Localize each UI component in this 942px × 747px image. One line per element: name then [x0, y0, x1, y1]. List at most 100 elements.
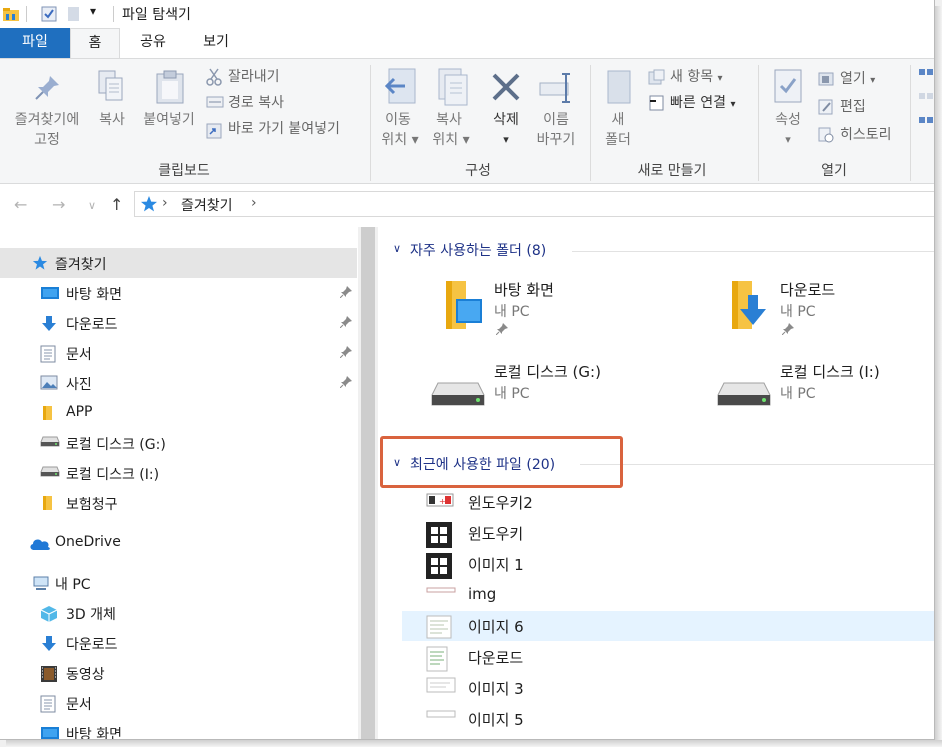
select-all-icon[interactable] [918, 67, 934, 131]
group-divider [910, 65, 911, 181]
tile-location: 내 PC [494, 386, 530, 402]
nav-label: OneDrive [55, 534, 121, 550]
nav-pc-item[interactable]: 바탕 화면 [0, 718, 357, 739]
nav-quick-item[interactable]: 바탕 화면 [0, 278, 357, 308]
recent-file-row[interactable]: 이미지 6 [402, 611, 934, 641]
pinned-icon[interactable] [339, 376, 352, 392]
tab-file[interactable]: 파일 [0, 28, 70, 58]
recent-file-row[interactable]: 윈도우키 [402, 518, 934, 548]
back-arrow-icon[interactable]: ← [14, 195, 27, 214]
recent-file-name: 이미지 1 [468, 556, 524, 574]
quick-access-star-icon [32, 255, 48, 275]
file-thumbnail-icon [426, 553, 452, 583]
breadcrumb-chevron-icon[interactable]: › [251, 195, 257, 211]
properties-check-icon[interactable] [40, 5, 58, 27]
drive-icon [430, 379, 486, 413]
nav-quick-item[interactable]: 문서 [0, 338, 357, 368]
collapse-chevron-icon[interactable]: ∨ [393, 242, 401, 255]
nav-quick-item-label: 사진 [66, 377, 92, 393]
frequent-folder-tile[interactable]: 바탕 화면 내 PC [436, 279, 696, 349]
document-icon [40, 345, 56, 367]
file-thumbnail-icon [426, 522, 452, 552]
nav-pc-item[interactable]: 문서 [0, 688, 357, 718]
recent-file-name: 윈도우키 [468, 525, 524, 543]
download-icon [40, 635, 58, 657]
title-bar: ▾ 파일 탐색기 [0, 0, 934, 28]
pin-label-2: 고정 [34, 132, 60, 148]
nav-quick-item[interactable]: 사진 [0, 368, 357, 398]
pinned-icon [495, 323, 508, 339]
pinned-icon[interactable] [339, 286, 352, 302]
nav-quick-item[interactable]: 보험청구 [0, 488, 357, 518]
scissors-icon [206, 68, 222, 90]
recent-file-row[interactable]: 이미지 1 [402, 549, 934, 579]
nav-quick-item-label: 로컬 디스크 (I:) [66, 467, 160, 483]
desktop-icon [40, 285, 60, 305]
tab-view[interactable]: 보기 [186, 28, 246, 58]
properties-dropdown-arrow[interactable]: ▾ [766, 130, 810, 150]
copy-label: 복사 [99, 112, 125, 128]
frequent-folder-tile[interactable]: 로컬 디스크 (G:) 내 PC [430, 361, 690, 431]
frequent-folder-tile[interactable]: 로컬 디스크 (I:) 내 PC [716, 361, 934, 431]
recent-file-row[interactable]: 이미지 3 [402, 673, 934, 703]
file-thumbnail-icon [426, 646, 448, 676]
nav-pc-item[interactable]: 다운로드 [0, 628, 357, 658]
nav-quick-item[interactable]: 로컬 디스크 (I:) [0, 458, 357, 488]
recent-file-row[interactable]: img [402, 580, 934, 610]
svg-text:+: + [439, 497, 446, 506]
frequent-folder-tile[interactable]: 다운로드 내 PC [722, 279, 934, 349]
edit-label: 편집 [840, 99, 866, 115]
recent-file-row[interactable]: 이미지 5 [402, 704, 934, 734]
rename-icon [538, 71, 576, 109]
nav-pc-item-label: 3D 개체 [66, 607, 116, 623]
new-folder-quick-icon[interactable] [66, 5, 82, 27]
drive-icon [40, 465, 60, 481]
breadcrumb-chevron-icon[interactable]: › [162, 195, 168, 211]
new-group-label: 새로 만들기 [637, 163, 707, 179]
drive-icon [40, 435, 60, 451]
folder-app-icon[interactable] [2, 5, 20, 27]
recent-file-name: 이미지 3 [468, 680, 524, 698]
forward-arrow-icon[interactable]: → [52, 195, 65, 214]
recent-files-highlight [380, 436, 623, 488]
pinned-icon[interactable] [339, 316, 352, 332]
nav-pc-item-label: 다운로드 [66, 637, 118, 653]
tab-share[interactable]: 공유 [128, 28, 178, 58]
nav-quick-access[interactable]: 즐겨찾기 [0, 248, 357, 278]
folder-icon [436, 279, 484, 337]
easy-access-icon [648, 95, 666, 115]
group-divider [370, 65, 371, 181]
pinned-icon[interactable] [339, 346, 352, 362]
tab-home[interactable]: 홈 [70, 28, 120, 59]
cut-label: 잘라내기 [228, 69, 280, 85]
nav-pc-item[interactable]: 3D 개체 [0, 598, 357, 628]
delete-dropdown-arrow[interactable]: ▾ [484, 130, 528, 150]
recent-file-name: img [468, 585, 497, 603]
recent-locations-chevron-icon[interactable]: ∨ [88, 199, 96, 212]
navigation-scrollbar[interactable] [358, 227, 378, 739]
up-arrow-icon[interactable]: ↑ [110, 195, 123, 214]
history-label: 히스토리 [840, 127, 892, 143]
copy-to-icon [435, 67, 471, 111]
address-bar[interactable]: › 즐겨찾기 › [134, 191, 934, 217]
customize-quick-access-icon[interactable]: ▾ [90, 4, 96, 18]
frequent-folders-header[interactable]: 자주 사용하는 폴더 (8) [410, 240, 546, 260]
nav-pc-item[interactable]: 동영상 [0, 658, 357, 688]
nav-quick-item[interactable]: APP [0, 398, 357, 428]
nav-this-pc[interactable]: 내 PC [0, 568, 357, 598]
nav-quick-item[interactable]: 다운로드 [0, 308, 357, 338]
new-item-icon [648, 69, 666, 89]
breadcrumb-location[interactable]: 즐겨찾기 [181, 195, 233, 215]
nav-onedrive[interactable]: OneDrive [0, 528, 357, 558]
nav-quick-item[interactable]: 로컬 디스크 (G:) [0, 428, 357, 458]
download-icon [40, 315, 58, 337]
ribbon-tabs: 파일 홈 공유 보기 [0, 28, 934, 59]
this-pc-icon [32, 575, 50, 595]
recent-file-row[interactable]: 다운로드 [402, 642, 934, 672]
recent-file-row[interactable]: + 윈도우키2 [402, 487, 934, 517]
navigation-pane: 즐겨찾기 바탕 화면 다운로드 문서 사진 APP 로컬 디스크 (G:) 로컬 디스크 (… [0, 227, 378, 739]
ribbon-home: 즐겨찾기에 고정 복사 붙여넣기 잘라내기 경로 복사 바로 가기 붙여넣기 클… [0, 58, 934, 184]
scrollbar-thumb[interactable] [361, 227, 375, 739]
explorer-window: ▾ 파일 탐색기 파일 홈 공유 보기 즐겨찾기에 고정 복사 붙여넣기 잘라내… [0, 0, 935, 740]
nav-quick-item-label: 바탕 화면 [66, 287, 122, 303]
